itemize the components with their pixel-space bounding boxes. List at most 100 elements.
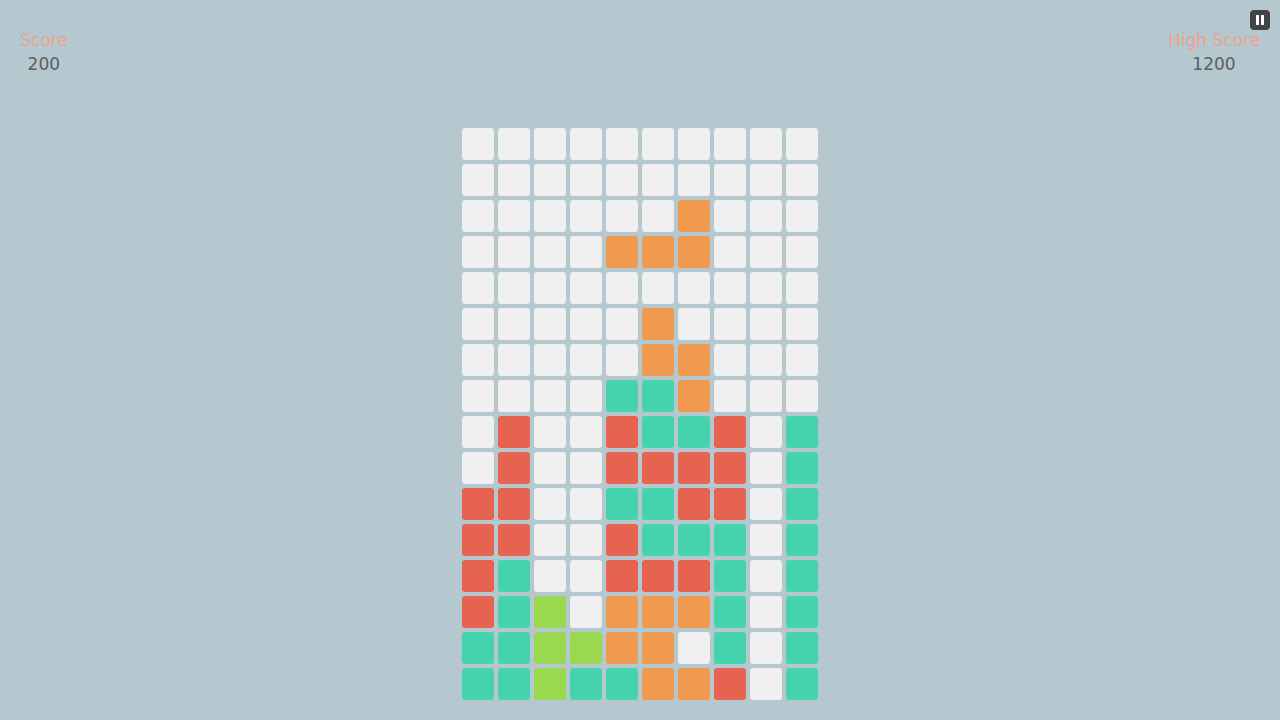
empty-cell xyxy=(714,236,746,268)
block-cell xyxy=(642,560,674,592)
empty-cell xyxy=(462,308,494,340)
block-cell xyxy=(786,452,818,484)
empty-cell xyxy=(570,236,602,268)
empty-cell xyxy=(498,380,530,412)
block-cell xyxy=(678,596,710,628)
empty-cell xyxy=(534,236,566,268)
block-cell xyxy=(534,596,566,628)
empty-cell xyxy=(462,416,494,448)
block-cell xyxy=(498,524,530,556)
empty-cell xyxy=(462,128,494,160)
empty-cell xyxy=(462,452,494,484)
empty-cell xyxy=(570,524,602,556)
empty-cell xyxy=(534,164,566,196)
pause-button[interactable] xyxy=(1250,10,1270,30)
empty-cell xyxy=(678,308,710,340)
block-cell xyxy=(714,596,746,628)
block-cell xyxy=(498,668,530,700)
block-cell xyxy=(606,632,638,664)
empty-cell xyxy=(570,380,602,412)
empty-cell xyxy=(570,200,602,232)
block-cell xyxy=(606,488,638,520)
block-cell xyxy=(498,596,530,628)
empty-cell xyxy=(750,380,782,412)
block-cell xyxy=(642,416,674,448)
block-cell xyxy=(462,524,494,556)
empty-cell xyxy=(498,344,530,376)
empty-cell xyxy=(786,308,818,340)
high-score-value: 1200 xyxy=(1192,53,1235,75)
empty-cell xyxy=(786,380,818,412)
empty-cell xyxy=(498,164,530,196)
empty-cell xyxy=(570,452,602,484)
block-cell xyxy=(642,596,674,628)
block-cell xyxy=(570,632,602,664)
block-cell xyxy=(606,668,638,700)
empty-cell xyxy=(786,344,818,376)
pause-icon xyxy=(1250,10,1270,30)
empty-cell xyxy=(750,236,782,268)
empty-cell xyxy=(750,128,782,160)
empty-cell xyxy=(534,488,566,520)
block-cell xyxy=(678,236,710,268)
empty-cell xyxy=(678,632,710,664)
block-cell xyxy=(714,524,746,556)
block-cell xyxy=(678,560,710,592)
block-cell xyxy=(642,308,674,340)
empty-cell xyxy=(678,272,710,304)
block-cell xyxy=(642,344,674,376)
block-cell xyxy=(462,668,494,700)
block-cell xyxy=(786,416,818,448)
block-cell xyxy=(714,668,746,700)
block-cell xyxy=(786,632,818,664)
empty-cell xyxy=(786,272,818,304)
high-score-label: High Score xyxy=(1168,29,1260,51)
empty-cell xyxy=(570,128,602,160)
block-cell xyxy=(606,560,638,592)
block-cell xyxy=(606,524,638,556)
score: Score 200 xyxy=(20,29,68,75)
block-cell xyxy=(642,236,674,268)
empty-cell xyxy=(750,596,782,628)
empty-cell xyxy=(750,164,782,196)
empty-cell xyxy=(642,128,674,160)
empty-cell xyxy=(534,200,566,232)
empty-cell xyxy=(498,272,530,304)
empty-cell xyxy=(750,524,782,556)
block-cell xyxy=(498,560,530,592)
block-cell xyxy=(678,668,710,700)
high-score: High Score 1200 xyxy=(1168,29,1260,75)
block-cell xyxy=(462,560,494,592)
empty-cell xyxy=(498,128,530,160)
empty-cell xyxy=(714,380,746,412)
block-cell xyxy=(462,632,494,664)
empty-cell xyxy=(570,344,602,376)
empty-cell xyxy=(750,416,782,448)
block-cell xyxy=(462,596,494,628)
empty-cell xyxy=(606,164,638,196)
block-cell xyxy=(642,452,674,484)
score-value: 200 xyxy=(28,53,60,75)
empty-cell xyxy=(534,416,566,448)
game-board[interactable] xyxy=(462,128,818,700)
empty-cell xyxy=(534,128,566,160)
block-cell xyxy=(606,452,638,484)
block-cell xyxy=(606,416,638,448)
block-cell xyxy=(786,560,818,592)
empty-cell xyxy=(750,632,782,664)
empty-cell xyxy=(786,128,818,160)
block-cell xyxy=(498,488,530,520)
block-cell xyxy=(714,560,746,592)
block-cell xyxy=(714,452,746,484)
block-cell xyxy=(498,452,530,484)
empty-cell xyxy=(534,380,566,412)
block-cell xyxy=(678,380,710,412)
empty-cell xyxy=(714,272,746,304)
block-cell xyxy=(786,488,818,520)
empty-cell xyxy=(786,164,818,196)
empty-cell xyxy=(534,308,566,340)
empty-cell xyxy=(750,488,782,520)
empty-cell xyxy=(534,272,566,304)
block-cell xyxy=(642,668,674,700)
empty-cell xyxy=(714,128,746,160)
